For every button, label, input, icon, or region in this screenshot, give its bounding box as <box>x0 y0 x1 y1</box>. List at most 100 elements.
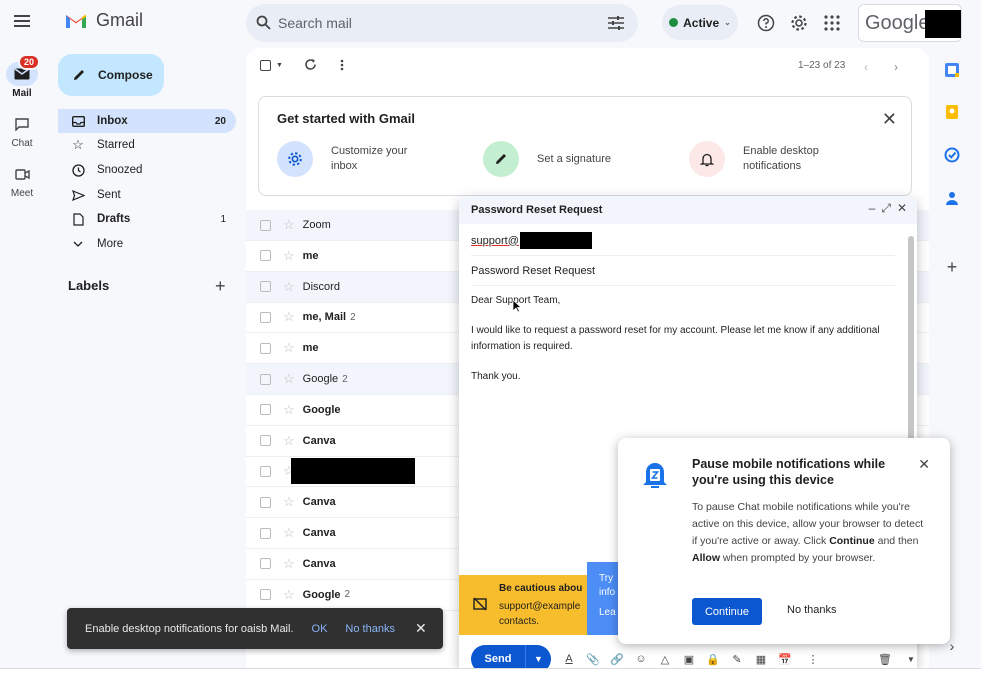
row-checkbox[interactable] <box>260 465 271 477</box>
close-icon[interactable]: ✕ <box>415 620 427 637</box>
link-icon[interactable]: 🔗 <box>609 651 625 667</box>
schedule-icon[interactable]: 📅 <box>777 651 793 667</box>
row-checkbox[interactable] <box>260 589 271 601</box>
search-input[interactable]: Search mail <box>278 15 352 31</box>
sidebar-item-inbox[interactable]: Inbox 20 <box>58 109 236 133</box>
lock-icon[interactable]: 🔒 <box>705 651 721 667</box>
dialog-body: To pause Chat mobile notifications while… <box>692 501 924 564</box>
signature-icon[interactable]: ✎ <box>729 651 745 667</box>
star-icon[interactable]: ☆ <box>283 279 295 295</box>
close-icon[interactable]: ✕ <box>882 109 897 130</box>
customize-inbox-item[interactable]: Customize your inbox <box>277 141 421 177</box>
close-icon[interactable]: ✕ <box>897 201 907 216</box>
email-sender: Zoom <box>302 219 331 231</box>
rail-mail[interactable]: 20 Mail <box>0 54 44 99</box>
chevron-down-icon: ⌄ <box>724 18 731 27</box>
sidebar-item-snoozed[interactable]: Snoozed <box>58 158 236 182</box>
add-label-icon[interactable]: + <box>215 276 226 297</box>
row-checkbox[interactable] <box>260 219 271 231</box>
refresh-icon[interactable] <box>304 58 317 71</box>
help-icon[interactable] <box>754 11 778 35</box>
search-icon[interactable] <box>256 15 271 30</box>
calendar-icon[interactable] <box>941 59 963 81</box>
minimize-icon[interactable]: – <box>869 201 876 216</box>
bell-pause-icon <box>642 460 668 490</box>
star-icon[interactable]: ☆ <box>283 371 295 387</box>
sidebar-item-label: Starred <box>97 139 135 151</box>
compose-button[interactable]: Compose <box>58 54 164 96</box>
continue-button[interactable]: Continue <box>692 598 762 625</box>
text-format-icon[interactable]: A <box>561 651 577 667</box>
compose-scrollbar[interactable] <box>908 236 914 466</box>
row-checkbox[interactable] <box>260 281 271 293</box>
row-checkbox[interactable] <box>260 373 271 385</box>
snackbar-no-thanks-button[interactable]: No thanks <box>345 623 395 635</box>
contacts-icon[interactable] <box>941 187 963 209</box>
star-icon[interactable]: ☆ <box>283 556 295 572</box>
close-icon[interactable]: ✕ <box>918 456 930 473</box>
main-menu-icon[interactable] <box>14 14 30 28</box>
sidebar-item-more[interactable]: More <box>58 232 236 256</box>
drive-icon[interactable]: △ <box>657 651 673 667</box>
star-icon[interactable]: ☆ <box>283 309 295 325</box>
more-vert-icon[interactable] <box>340 59 344 71</box>
row-checkbox[interactable] <box>260 404 271 416</box>
subject-field[interactable]: Password Reset Request <box>471 256 895 286</box>
chevron-down-icon[interactable]: ▼ <box>903 651 917 667</box>
sidebar-item-starred[interactable]: ☆ Starred <box>58 133 236 157</box>
send-button[interactable]: Send ▼ <box>471 645 551 668</box>
email-sender: Canva <box>302 434 336 447</box>
add-addon-icon[interactable]: + <box>941 256 963 278</box>
search-bar[interactable]: Search mail <box>246 4 638 42</box>
no-thanks-button[interactable]: No thanks <box>787 604 837 616</box>
star-icon[interactable]: ☆ <box>283 217 295 233</box>
send-options-icon[interactable]: ▼ <box>525 645 551 668</box>
chevron-left-icon[interactable]: ‹ <box>864 60 868 74</box>
star-icon[interactable]: ☆ <box>283 433 295 449</box>
sidebar-item-sent[interactable]: Sent <box>58 183 236 207</box>
gmail-logo[interactable]: Gmail <box>64 10 143 31</box>
row-checkbox[interactable] <box>260 435 271 447</box>
enable-notifications-item[interactable]: Enable desktop notifications <box>689 141 833 177</box>
tasks-icon[interactable] <box>941 144 963 166</box>
to-field[interactable]: support@ <box>471 226 895 256</box>
trash-icon[interactable]: 🗑 <box>877 651 893 667</box>
row-checkbox[interactable] <box>260 250 271 262</box>
email-sender: Google <box>302 403 341 416</box>
row-checkbox[interactable] <box>260 311 271 323</box>
star-icon[interactable]: ☆ <box>283 587 295 603</box>
keep-icon[interactable] <box>941 101 963 123</box>
layout-icon[interactable]: ▦ <box>753 651 769 667</box>
star-icon[interactable]: ☆ <box>283 340 295 356</box>
emoji-icon[interactable]: ☺ <box>633 651 649 667</box>
attach-icon[interactable]: 📎 <box>585 651 601 667</box>
sidebar-item-count: 20 <box>214 115 226 127</box>
rail-chat-label: Chat <box>11 138 33 149</box>
star-icon[interactable]: ☆ <box>283 494 295 510</box>
set-signature-item[interactable]: Set a signature <box>483 141 611 177</box>
email-sender: Canva <box>302 557 336 570</box>
star-icon[interactable]: ☆ <box>283 248 295 264</box>
expand-icon[interactable]: ⤢ <box>881 201 891 216</box>
rail-chat[interactable]: Chat <box>0 112 44 149</box>
compose-header[interactable]: Password Reset Request – ⤢ ✕ <box>459 196 917 224</box>
select-all-checkbox[interactable]: ▼ <box>260 60 283 71</box>
more-vert-icon[interactable]: ⋮ <box>805 651 821 667</box>
row-checkbox[interactable] <box>260 558 271 570</box>
status-dropdown[interactable]: Active ⌄ <box>662 5 738 40</box>
gear-icon[interactable] <box>787 11 811 35</box>
photo-icon[interactable]: ▣ <box>681 651 697 667</box>
chevron-right-icon[interactable]: › <box>894 60 898 74</box>
search-options-icon[interactable] <box>608 16 624 30</box>
sidebar-item-drafts[interactable]: Drafts 1 <box>58 207 236 231</box>
snackbar-ok-button[interactable]: OK <box>312 623 328 635</box>
recipient-chip[interactable]: support@ <box>471 235 519 247</box>
star-icon[interactable]: ☆ <box>283 525 295 541</box>
row-checkbox[interactable] <box>260 496 271 508</box>
star-icon[interactable]: ☆ <box>283 402 295 418</box>
google-account-button[interactable]: Google <box>858 4 962 42</box>
rail-meet[interactable]: Meet <box>0 162 44 199</box>
row-checkbox[interactable] <box>260 527 271 539</box>
apps-grid-icon[interactable] <box>820 11 844 35</box>
row-checkbox[interactable] <box>260 342 271 354</box>
